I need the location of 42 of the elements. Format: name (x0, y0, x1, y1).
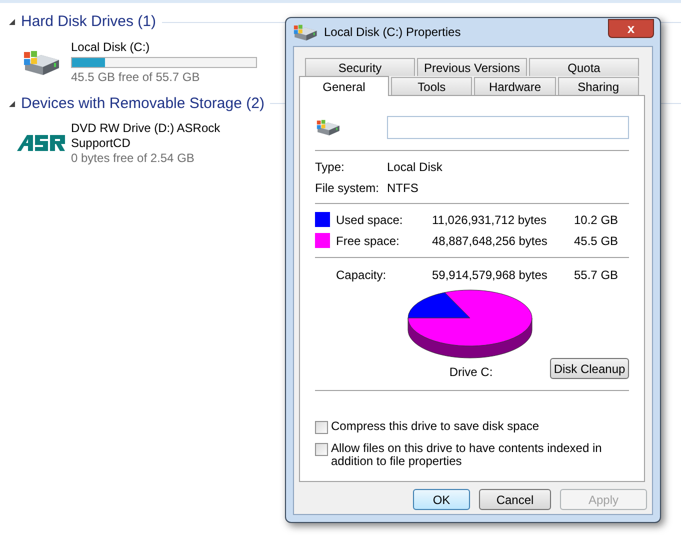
space-label: Free space: (336, 232, 400, 250)
checkbox-label: Compress this drive to save disk space (331, 420, 540, 433)
info-value: NTFS (387, 180, 418, 196)
tab[interactable]: Quota (529, 58, 639, 76)
drive-name: DVD RW Drive (D:) ASRock SupportCD (71, 121, 222, 151)
tab[interactable]: General (299, 76, 389, 96)
info-label: Type: (315, 158, 346, 176)
capacity-label: Capacity: (336, 266, 388, 284)
brand-logo-icon (17, 135, 65, 151)
tab[interactable]: Previous Versions (417, 58, 527, 76)
checkbox[interactable] (315, 421, 328, 434)
space-label: Used space: (336, 212, 404, 228)
space-size: 10.2 GB (574, 212, 619, 228)
checkbox-label: Allow files on this drive to have contents indexed in addition to file properties (331, 442, 603, 468)
drive-name: Local Disk (C:) (71, 40, 151, 54)
tab[interactable]: Security (305, 58, 415, 76)
space-bytes: 11,026,931,712 bytes (432, 212, 548, 228)
capacity-size: 55.7 GB (574, 266, 619, 284)
drive-space-text: 0 bytes free of 2.54 GB (71, 151, 196, 166)
drive-item[interactable]: DVD RW Drive (D:) ASRock SupportCD 0 bytes free of 2.54 GB (17, 121, 269, 166)
drive-space-text: 45.5 GB free of 55.7 GB (71, 70, 201, 84)
collapse-triangle-icon[interactable] (9, 19, 15, 26)
group-header[interactable]: Hard Disk Drives (1) (21, 11, 156, 34)
tab[interactable]: Tools (391, 77, 472, 95)
drive-label: Drive C: (449, 364, 493, 381)
info-label: File system: (315, 180, 380, 196)
info-value: Local Disk (387, 158, 442, 176)
window-title: Local Disk (C:) Properties (324, 24, 461, 41)
group-header[interactable]: Devices with Removable Storage (2) (21, 92, 264, 115)
tab[interactable]: Hardware (474, 77, 556, 95)
disk-cleanup-button[interactable]: Disk Cleanup (550, 358, 629, 379)
collapse-triangle-icon[interactable] (9, 100, 15, 107)
space-bytes: 48,887,648,256 bytes (432, 232, 548, 250)
close-button[interactable]: x (608, 18, 654, 38)
drive-name-field[interactable] (386, 116, 629, 138)
capacity-bytes: 59,914,579,968 bytes (432, 266, 548, 284)
space-size: 45.5 GB (574, 232, 619, 250)
dialog-button[interactable]: Cancel (479, 489, 551, 510)
checkbox[interactable] (315, 443, 328, 456)
drive-item[interactable]: Local Disk (C:) 45.5 GB free of 55.7 GB (17, 40, 269, 84)
tab[interactable]: Sharing (558, 77, 639, 95)
dialog-button[interactable]: OK (413, 489, 470, 510)
